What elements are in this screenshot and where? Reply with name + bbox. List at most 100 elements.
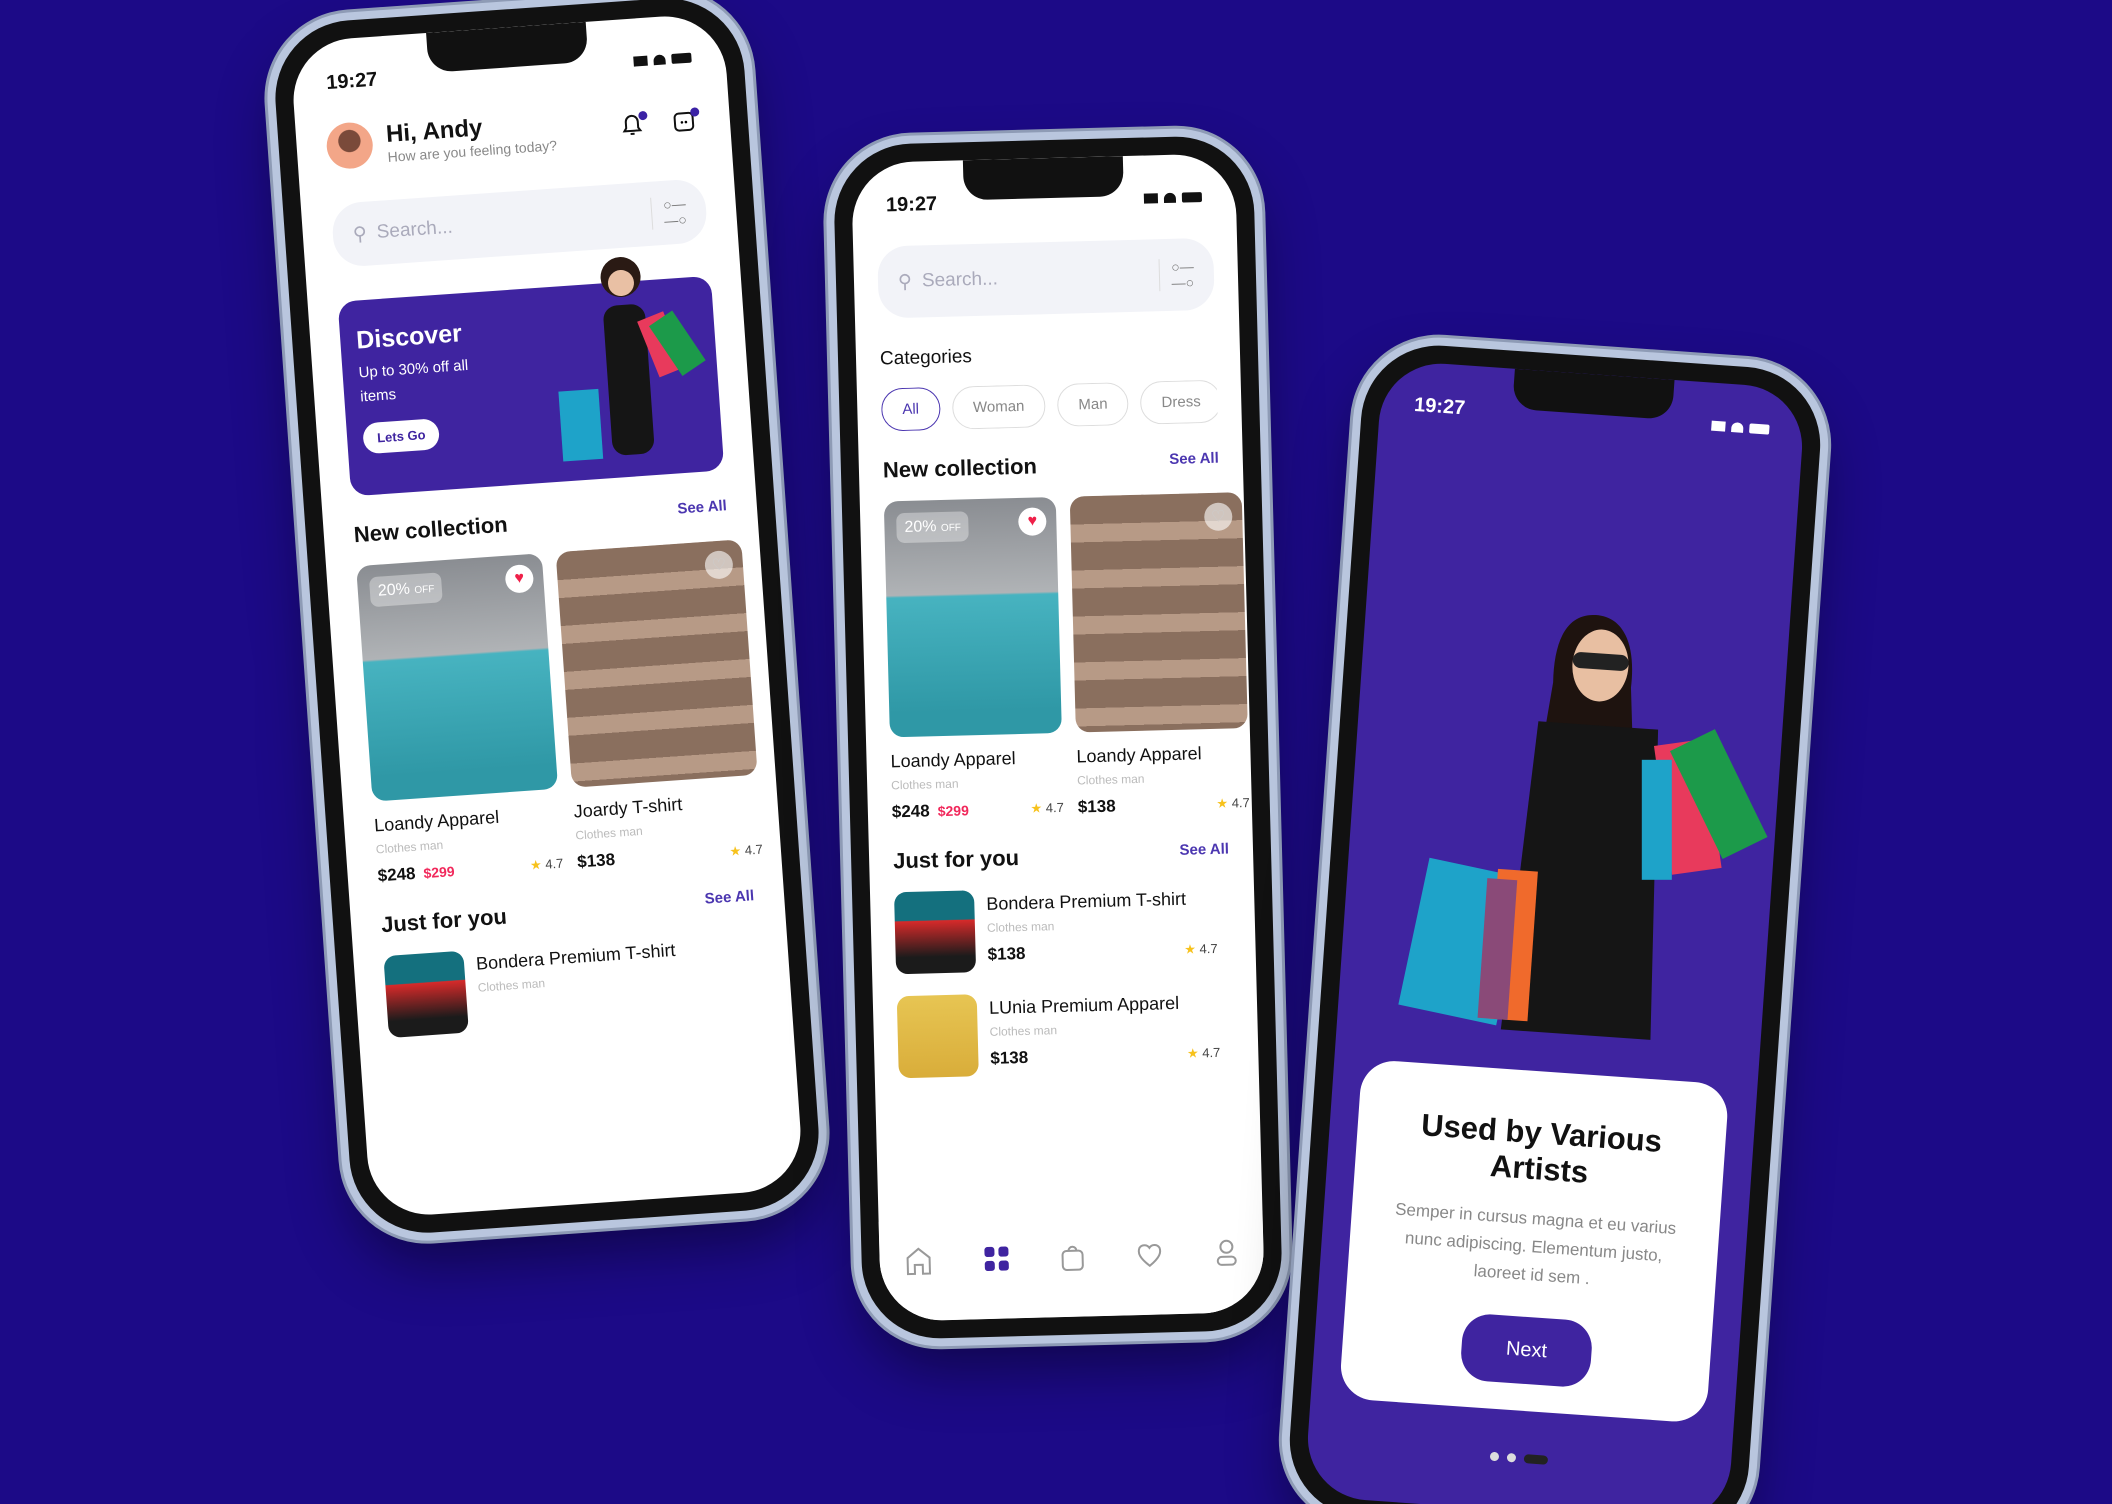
product-thumbnail (893, 890, 977, 975)
see-all-link[interactable]: See All (704, 887, 755, 907)
product-card[interactable]: 20% OFF ♥ Loandy Apparel Clothes man $248… (883, 496, 1064, 822)
product-rating: 4.7 (1231, 795, 1250, 811)
product-old-price: $299 (937, 802, 970, 820)
onboarding-text: Semper in cursus magna et eu varius nunc… (1394, 1199, 1677, 1289)
wifi-icon (1731, 422, 1744, 433)
grid-icon[interactable] (983, 1245, 1010, 1272)
search-placeholder: Search... (376, 216, 454, 243)
battery-icon (1748, 423, 1770, 435)
product-name: Loandy Apparel (890, 748, 1016, 772)
bag-icon[interactable] (1059, 1241, 1086, 1272)
heart-icon[interactable] (1136, 1240, 1165, 1269)
search-icon: ⚲ (897, 271, 913, 293)
status-time: 19:27 (885, 192, 938, 216)
signal-icon (1711, 420, 1726, 432)
just-for-you-title: Just for you (892, 845, 1020, 874)
product-card[interactable]: ♡ Joardy T-shirt Clothes man $138 ★ 4.7 (555, 539, 764, 872)
category-chip-all[interactable]: All (880, 386, 941, 432)
category-chip-dress[interactable]: Dress (1139, 379, 1218, 425)
page-dot[interactable] (1506, 1452, 1517, 1463)
search-placeholder: Search... (921, 268, 999, 292)
new-collection-title: New collection (353, 511, 509, 548)
favorite-heart-icon[interactable]: ♡ (1203, 502, 1233, 532)
filter-icon[interactable]: ○— —○ (649, 195, 688, 230)
product-rating: 4.7 (744, 841, 764, 858)
list-item[interactable]: Bondera Premium T-shirt Clothes man $138 ★ … (893, 884, 1232, 975)
categories-title: Categories (879, 346, 973, 370)
product-category: Clothes man (986, 919, 1055, 935)
new-collection-title: New collection (882, 453, 1038, 483)
product-thumbnail (896, 994, 979, 1079)
see-all-link[interactable]: See All (1179, 840, 1229, 858)
just-for-you-title: Just for you (380, 903, 508, 938)
category-chip-man[interactable]: Man (1056, 382, 1130, 427)
onboarding-card: Used by Various Artists Semper in cursus… (1338, 1058, 1730, 1424)
page-dot[interactable] (1489, 1451, 1500, 1462)
star-icon: ★ (729, 843, 742, 859)
notch (962, 156, 1124, 201)
search-icon: ⚲ (352, 223, 368, 246)
category-chip-woman[interactable]: Woman (951, 384, 1046, 430)
see-all-link[interactable]: See All (677, 497, 728, 517)
shopping-woman-image (558, 257, 706, 462)
banner-text: Up to 30% off all items (358, 356, 469, 406)
star-icon: ★ (529, 856, 543, 873)
signal-icon (1143, 193, 1159, 204)
product-image: ♡ (555, 539, 758, 788)
list-item[interactable]: LUnia Premium Apparel Clothes man $138 ★ 4.… (896, 988, 1235, 1079)
onboarding-screen: 19:27 Used by Various Artists Semper in … (1303, 359, 1807, 1504)
product-price: $248 (891, 801, 930, 822)
product-price: $138 (987, 943, 1026, 964)
phone-onboarding: 19:27 Used by Various Artists Semper in … (1284, 340, 1826, 1504)
favorite-heart-icon[interactable]: ♥ (504, 563, 535, 594)
star-icon: ★ (1216, 795, 1229, 811)
wifi-icon (653, 54, 666, 66)
discover-banner[interactable]: Discover Up to 30% off all items Lets Go (337, 257, 725, 497)
profile-icon[interactable] (1214, 1237, 1239, 1268)
product-name: Loandy Apparel (1076, 743, 1202, 767)
next-button[interactable]: Next (1459, 1312, 1594, 1389)
phone-home: 19:27 Hi, Andy How are you feeling today… (270, 0, 824, 1238)
home-icon[interactable] (904, 1245, 933, 1276)
product-price: $138 (576, 849, 616, 872)
product-category: Clothes man (1076, 771, 1145, 788)
product-category: Clothes man (989, 1023, 1058, 1039)
shopping-woman-image (1398, 615, 1768, 1040)
catalog-screen: 19:27 ⚲ Search... ○— —○ Categories All Wo… (850, 153, 1266, 1322)
favorite-heart-icon[interactable]: ♡ (703, 549, 734, 580)
product-price: $248 (377, 863, 417, 886)
status-time: 19:27 (1413, 393, 1466, 419)
star-icon: ★ (1186, 1045, 1199, 1061)
product-rating: 4.7 (1202, 1044, 1221, 1061)
discount-badge: 20% OFF (368, 572, 444, 608)
status-time: 19:27 (325, 68, 379, 94)
battery-icon (671, 52, 692, 64)
phone-catalog: 19:27 ⚲ Search... ○— —○ Categories All Wo… (832, 134, 1284, 1341)
product-price: $138 (990, 1047, 1029, 1068)
product-image: 20% OFF ♥ (356, 553, 559, 802)
bottom-tab-bar (878, 1211, 1266, 1322)
product-price: $138 (1077, 796, 1116, 817)
search-input[interactable]: ⚲ Search... ○— —○ (877, 237, 1215, 319)
battery-icon (1181, 192, 1203, 203)
see-all-link[interactable]: See All (1169, 449, 1219, 467)
favorite-heart-icon[interactable]: ♥ (1017, 507, 1047, 536)
product-rating: 4.7 (544, 855, 564, 872)
product-name: Bondera Premium T-shirt (986, 888, 1187, 914)
notification-bell-icon[interactable] (619, 110, 649, 141)
product-image: ♡ (1069, 492, 1248, 733)
product-image: 20% OFF ♥ (883, 496, 1062, 738)
star-icon: ★ (1030, 800, 1043, 816)
chat-icon[interactable] (671, 107, 701, 137)
discount-badge: 20% OFF (896, 511, 970, 544)
product-card[interactable]: ♡ Loandy Apparel Clothes man $138 ★ 4.7 (1069, 492, 1250, 817)
wifi-icon (1163, 192, 1177, 204)
onboarding-title: Used by Various Artists (1420, 1107, 1664, 1190)
avatar[interactable] (325, 121, 375, 171)
product-card[interactable]: 20% OFF ♥ Loandy Apparel Clothes man $248… (356, 553, 564, 886)
lets-go-button[interactable]: Lets Go (362, 418, 441, 455)
page-dot-active[interactable] (1523, 1454, 1549, 1465)
signal-icon (633, 55, 648, 67)
home-screen: 19:27 Hi, Andy How are you feeling today… (289, 12, 805, 1219)
filter-icon[interactable]: ○— —○ (1158, 258, 1195, 292)
